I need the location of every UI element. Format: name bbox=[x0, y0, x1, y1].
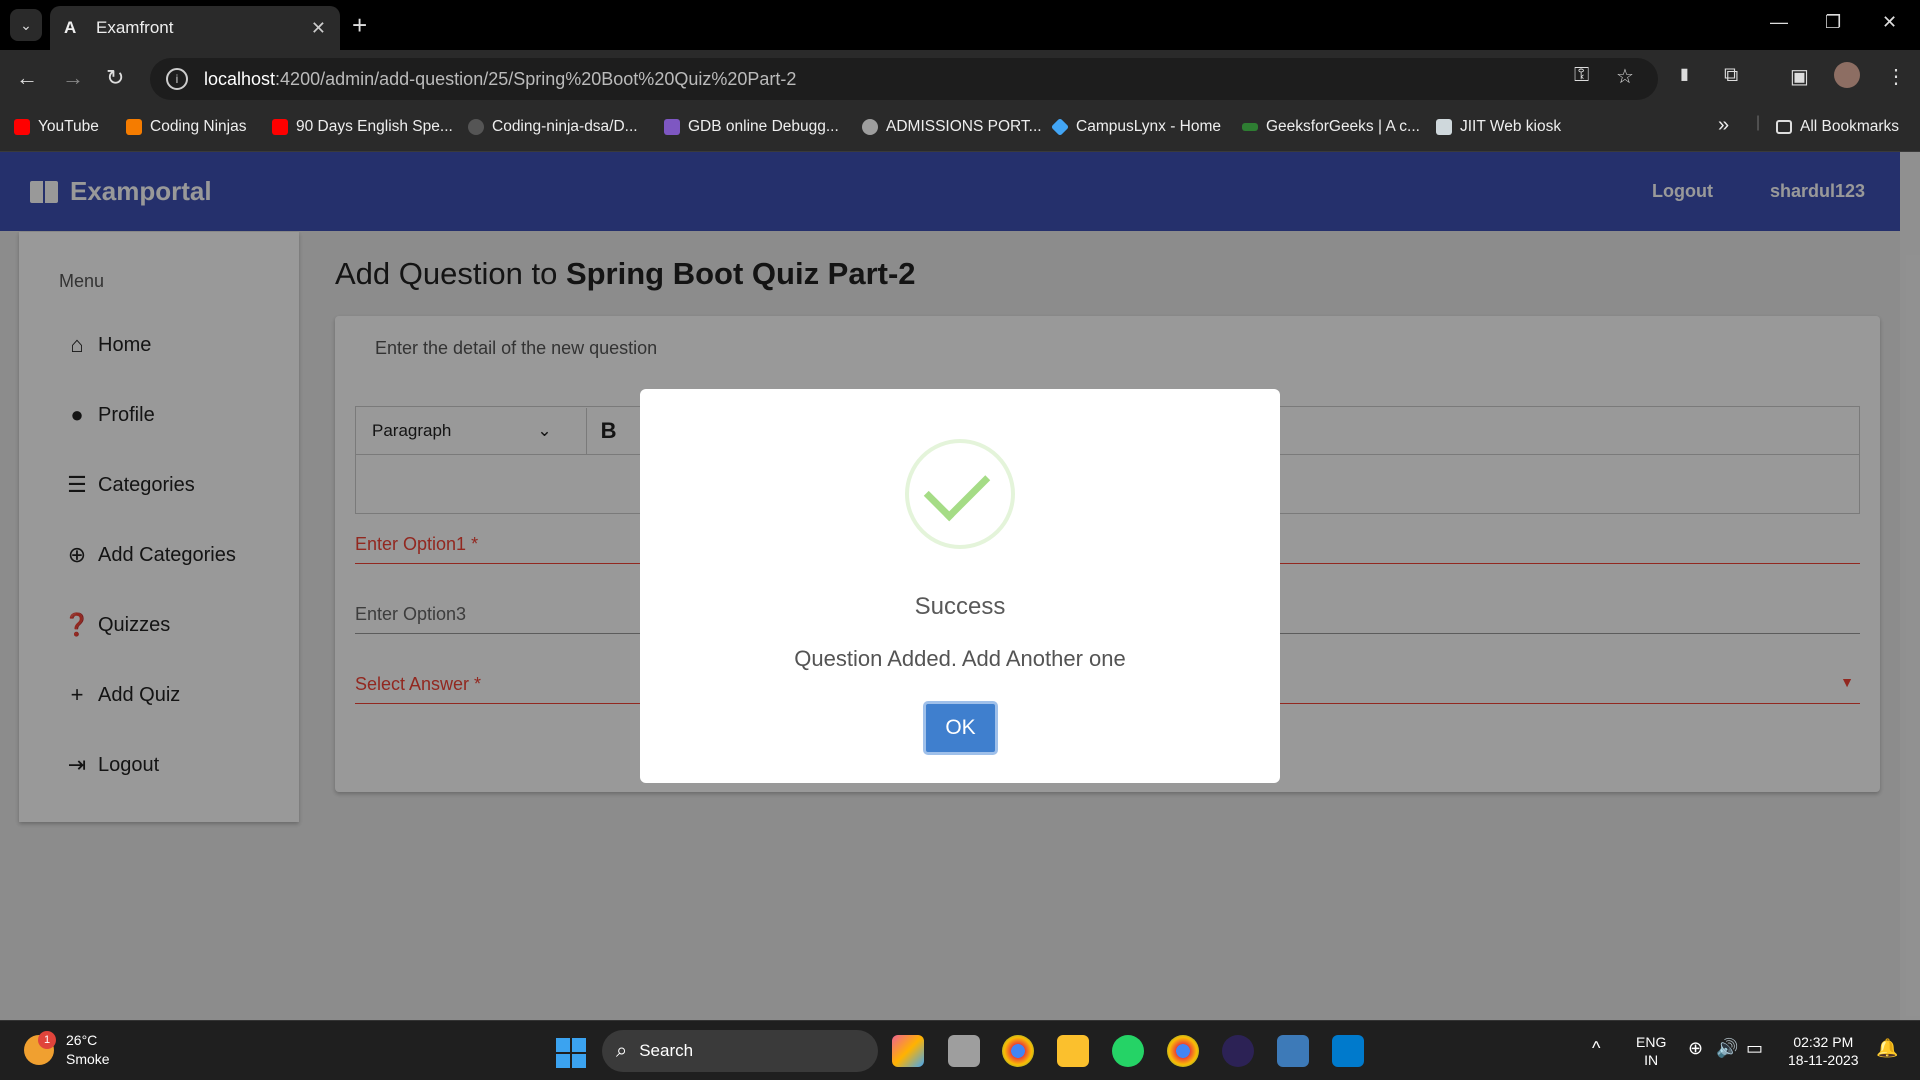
battery-icon[interactable]: ▭ bbox=[1746, 1039, 1763, 1057]
reload-icon[interactable]: ↻ bbox=[106, 65, 124, 91]
bookmark-item[interactable]: JIIT Web kiosk bbox=[1436, 118, 1561, 136]
language-indicator[interactable]: ENG IN bbox=[1636, 1033, 1666, 1069]
bookmark-item[interactable]: CampusLynx - Home bbox=[1050, 117, 1222, 137]
more-bookmarks-icon[interactable]: » bbox=[1718, 114, 1729, 137]
geeksforgeeks-icon bbox=[1242, 123, 1258, 131]
all-bookmarks-label: All Bookmarks bbox=[1800, 118, 1900, 135]
search-icon: ⌕ bbox=[616, 1039, 628, 1062]
ok-button[interactable]: OK bbox=[923, 701, 998, 755]
bookmark-label: Coding Ninjas bbox=[150, 118, 247, 135]
new-tab-icon[interactable]: + bbox=[352, 10, 367, 41]
browser-toolbar: ← → ↻ i localhost :4200/admin/add-questi… bbox=[0, 50, 1920, 108]
chrome-icon[interactable] bbox=[1002, 1035, 1034, 1067]
window-close-icon[interactable]: ✕ bbox=[1882, 12, 1897, 33]
bookmarks-divider: | bbox=[1756, 114, 1761, 131]
network-icon[interactable]: ⊕ bbox=[1688, 1039, 1703, 1057]
task-view-icon[interactable] bbox=[948, 1035, 980, 1067]
weather-widget[interactable]: 1 26°C Smoke bbox=[24, 1031, 110, 1069]
eclipse-icon[interactable] bbox=[1222, 1035, 1254, 1067]
all-bookmarks-button[interactable]: All Bookmarks bbox=[1776, 118, 1899, 136]
bookmark-item[interactable]: GDB online Debugg... bbox=[664, 118, 839, 136]
show-hidden-icons-icon[interactable]: ^ bbox=[1592, 1039, 1600, 1057]
password-key-icon[interactable]: ⚿ bbox=[1574, 64, 1589, 87]
bookmark-item[interactable]: Coding-ninja-dsa/D... bbox=[468, 118, 638, 136]
clock-date: 18-11-2023 bbox=[1788, 1052, 1859, 1068]
back-icon[interactable]: ← bbox=[16, 65, 38, 91]
dialog-title: Success bbox=[914, 593, 1006, 620]
clock-time: 02:32 PM bbox=[1793, 1034, 1854, 1050]
chrome-profile-icon[interactable] bbox=[1167, 1035, 1199, 1067]
notification-bell-icon[interactable]: 🔔 bbox=[1876, 1039, 1898, 1057]
mysql-workbench-icon[interactable] bbox=[1277, 1035, 1309, 1067]
success-dialog: Success Question Added. Add Another one … bbox=[640, 389, 1280, 783]
tab-favicon: A bbox=[64, 18, 77, 37]
lang-bottom: IN bbox=[1644, 1052, 1659, 1068]
tab-title: Examfront bbox=[96, 18, 174, 37]
weather-icon: 1 bbox=[24, 1031, 56, 1065]
windows-taskbar: 1 26°C Smoke ⌕ Search ^ ENG IN ⊕ 🔊 ▭ 02:… bbox=[0, 1020, 1920, 1080]
bookmark-label: 90 Days English Spe... bbox=[296, 118, 453, 135]
minimize-icon[interactable]: — bbox=[1770, 12, 1788, 33]
url-host: localhost bbox=[204, 68, 276, 89]
bookmark-label: YouTube bbox=[38, 118, 99, 135]
bookmark-label: Coding-ninja-dsa/D... bbox=[492, 118, 638, 135]
campuslynx-icon bbox=[1050, 117, 1070, 137]
bookmark-item[interactable]: GeeksforGeeks | A c... bbox=[1242, 118, 1420, 136]
dialog-message: Question Added. Add Another one bbox=[794, 646, 1126, 671]
bookmark-label: GDB online Debugg... bbox=[688, 118, 839, 135]
browser-menu-icon[interactable]: ⋮ bbox=[1886, 64, 1906, 89]
bookmark-star-icon[interactable]: ☆ bbox=[1616, 64, 1634, 89]
extension-icon[interactable]: ▮ bbox=[1680, 64, 1689, 84]
youtube-icon bbox=[14, 119, 30, 135]
restore-icon[interactable]: ❐ bbox=[1825, 12, 1841, 33]
vscode-icon[interactable] bbox=[1332, 1035, 1364, 1067]
profile-avatar[interactable] bbox=[1834, 62, 1860, 88]
bookmark-label: JIIT Web kiosk bbox=[1460, 118, 1562, 135]
whatsapp-icon[interactable] bbox=[1112, 1035, 1144, 1067]
side-panel-icon[interactable]: ▣ bbox=[1790, 64, 1809, 89]
bookmark-label: ADMISSIONS PORT... bbox=[886, 118, 1042, 135]
bookmark-item[interactable]: YouTube bbox=[14, 118, 99, 136]
weather-condition: Smoke bbox=[66, 1051, 110, 1067]
youtube-icon bbox=[272, 119, 288, 135]
folder-icon bbox=[1776, 120, 1792, 134]
bookmark-item[interactable]: Coding Ninjas bbox=[126, 118, 247, 136]
clock[interactable]: 02:32 PM 18-11-2023 bbox=[1788, 1033, 1859, 1069]
site-info-icon[interactable]: i bbox=[166, 68, 188, 90]
lang-top: ENG bbox=[1636, 1034, 1667, 1050]
taskbar-search[interactable]: ⌕ Search bbox=[602, 1030, 878, 1072]
admissions-icon bbox=[862, 119, 878, 135]
bookmark-item[interactable]: ADMISSIONS PORT... bbox=[862, 118, 1042, 136]
bookmark-label: GeeksforGeeks | A c... bbox=[1266, 118, 1420, 135]
gdb-icon bbox=[664, 119, 680, 135]
copilot-icon[interactable] bbox=[892, 1035, 924, 1067]
search-label: Search bbox=[639, 1041, 694, 1060]
browser-tab[interactable]: A Examfront ✕ bbox=[50, 6, 340, 50]
weather-badge: 1 bbox=[38, 1031, 56, 1049]
browser-tab-bar: ⌄ A Examfront ✕ + — ❐ ✕ bbox=[0, 0, 1920, 50]
forward-icon[interactable]: → bbox=[62, 65, 84, 91]
success-check-icon bbox=[905, 439, 1015, 549]
bookmarks-bar: YouTube Coding Ninjas 90 Days English Sp… bbox=[0, 108, 1920, 152]
tab-close-icon[interactable]: ✕ bbox=[311, 18, 326, 39]
coding-ninjas-icon bbox=[126, 119, 142, 135]
volume-icon[interactable]: 🔊 bbox=[1716, 1039, 1738, 1057]
temperature: 26°C bbox=[66, 1032, 98, 1048]
github-icon bbox=[468, 119, 484, 135]
extensions-puzzle-icon[interactable]: ⧉ bbox=[1724, 64, 1738, 87]
url-path: :4200/admin/add-question/25/Spring%20Boo… bbox=[275, 68, 797, 89]
file-explorer-icon[interactable] bbox=[1057, 1035, 1089, 1067]
windows-start-icon[interactable] bbox=[556, 1038, 586, 1068]
address-bar[interactable]: i localhost :4200/admin/add-question/25/… bbox=[150, 58, 1658, 100]
tab-search-chevron-icon[interactable]: ⌄ bbox=[10, 9, 42, 41]
bookmark-item[interactable]: 90 Days English Spe... bbox=[272, 118, 453, 136]
jiit-icon bbox=[1436, 119, 1452, 135]
bookmark-label: CampusLynx - Home bbox=[1076, 118, 1222, 135]
